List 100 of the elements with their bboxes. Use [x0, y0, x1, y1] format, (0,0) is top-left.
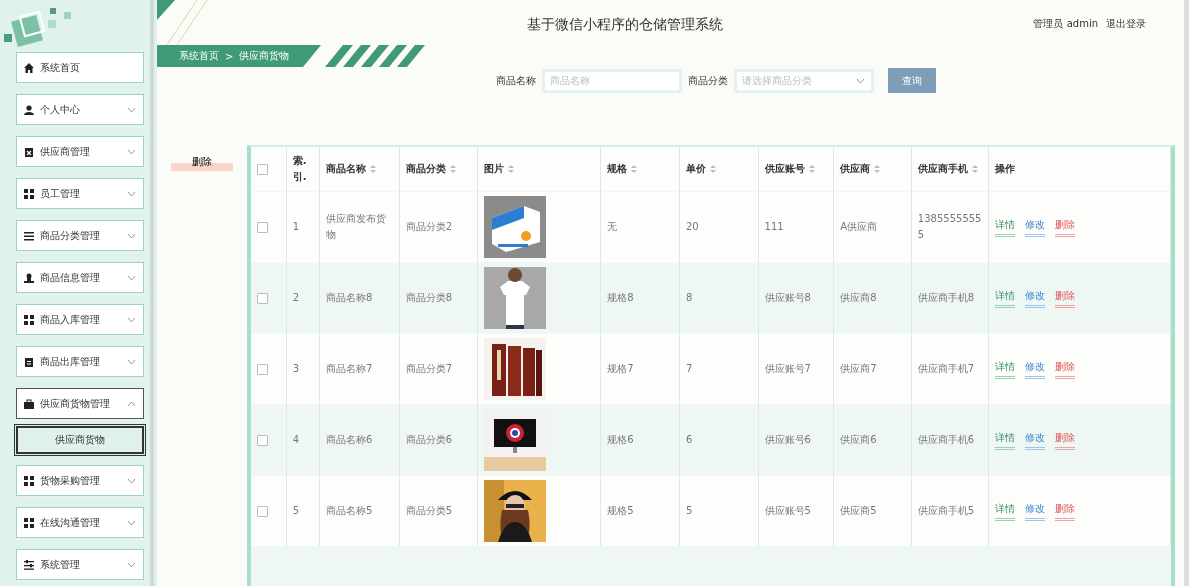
detail-link[interactable]: 详情 [995, 359, 1016, 379]
grid-icon [24, 475, 34, 486]
sort-icon[interactable] [631, 165, 638, 173]
menu-item[interactable]: 商品入库管理 [16, 304, 144, 335]
detail-link[interactable]: 详情 [995, 430, 1016, 450]
logout-link[interactable]: 退出登录 [1106, 17, 1146, 31]
row-checkbox[interactable] [257, 505, 268, 517]
menu-item[interactable]: 系统首页 [16, 52, 144, 83]
delete-link[interactable]: 删除 [1055, 501, 1076, 521]
table-cell: 商品名称6 [326, 434, 373, 445]
column-header: 商品名称 [326, 163, 367, 174]
table-cell: 供应商手机6 [917, 434, 975, 445]
table-cell: 商品分类7 [405, 363, 453, 374]
table-cell: 13855555555 [917, 213, 982, 240]
delete-link[interactable]: 删除 [1055, 430, 1076, 450]
breadcrumb-separator: > [225, 50, 234, 62]
row-checkbox[interactable] [257, 363, 268, 375]
edit-link[interactable]: 修改 [1025, 430, 1046, 450]
delete-link[interactable]: 删除 [1055, 359, 1076, 379]
table-cell: 供应账号5 [764, 505, 811, 516]
search-button[interactable]: 查询 [887, 68, 936, 93]
chevron-icon [127, 148, 136, 155]
sort-icon[interactable] [449, 165, 456, 173]
chevron-icon [127, 519, 136, 526]
caret-icon [855, 77, 865, 84]
edit-link[interactable]: 修改 [1025, 501, 1046, 521]
breadcrumb-current: 供应商货物 [239, 49, 290, 63]
chevron-icon [127, 190, 136, 197]
table-cell: 111 [764, 221, 784, 232]
row-checkbox[interactable] [257, 292, 268, 304]
column-header: 规格 [607, 163, 628, 174]
table-cell: 规格8 [607, 292, 634, 303]
table-cell: 规格5 [607, 505, 634, 516]
column-header: 供应商手机 [917, 163, 968, 174]
edit-link[interactable]: 修改 [1025, 359, 1046, 379]
menu-item[interactable]: 个人中心 [16, 94, 144, 125]
table-cell: 商品分类2 [405, 221, 453, 232]
table-cell: 商品分类8 [405, 292, 453, 303]
menu-item[interactable]: 系统管理 [16, 549, 144, 580]
edit-link[interactable]: 修改 [1025, 288, 1046, 308]
column-header: 图片 [484, 163, 505, 174]
select-all-checkbox[interactable] [257, 163, 268, 175]
menu-item[interactable]: 员工管理 [16, 178, 144, 209]
menu-item[interactable]: 供应商货物管理 [16, 388, 144, 419]
chevron-icon [127, 106, 136, 113]
briefcase-icon [24, 398, 34, 409]
table-cell: 供应账号6 [764, 434, 811, 445]
menu-item[interactable]: 商品信息管理 [16, 262, 144, 293]
table-cell: 商品分类6 [405, 434, 453, 445]
scrollbar[interactable] [1184, 0, 1189, 586]
table-cell: 5 [685, 505, 693, 516]
menu-item[interactable]: 货物采购管理 [16, 465, 144, 496]
field-label: 商品分类 [687, 73, 728, 88]
table-cell: 3 [292, 363, 300, 374]
table-cell: 无 [607, 221, 618, 232]
sort-icon[interactable] [971, 165, 978, 173]
detail-link[interactable]: 详情 [995, 288, 1016, 308]
table-cell: 7 [685, 363, 693, 374]
detail-link[interactable]: 详情 [995, 501, 1016, 521]
table-cell: 供应商手机7 [917, 363, 975, 374]
table-cell: A供应商 [840, 221, 878, 232]
sort-icon[interactable] [709, 165, 716, 173]
sort-icon[interactable] [508, 165, 515, 173]
menu-item[interactable]: 在线沟通管理 [16, 507, 144, 538]
delete-link[interactable]: 删除 [1055, 288, 1076, 308]
sort-icon[interactable] [370, 165, 377, 173]
table-cell: 规格7 [607, 363, 634, 374]
table-cell: 2 [292, 292, 300, 303]
home-icon [24, 62, 34, 73]
field-label: 商品名称 [495, 73, 536, 88]
grid-icon [24, 188, 34, 199]
chevron-icon [127, 316, 136, 323]
chevron-icon [127, 274, 136, 281]
clipboard-icon [24, 146, 34, 157]
breadcrumb-link[interactable]: 系统首页 [179, 49, 219, 63]
table-cell: 商品名称8 [326, 292, 373, 303]
chevron-icon [127, 477, 136, 484]
grid-icon [24, 314, 34, 325]
table-cell: 商品分类5 [405, 505, 453, 516]
menu-item[interactable]: 供应商管理 [16, 136, 144, 167]
table-cell: 供应商6 [840, 434, 877, 445]
detail-link[interactable]: 详情 [995, 217, 1016, 237]
row-checkbox[interactable] [257, 434, 268, 446]
chevron-icon [127, 561, 136, 568]
table-cell: 规格6 [607, 434, 634, 445]
table-cell: 4 [292, 434, 300, 445]
table-cell: 8 [685, 292, 693, 303]
menu-item[interactable]: 商品出库管理 [16, 346, 144, 377]
table-cell: 供应账号7 [764, 363, 811, 374]
delete-link[interactable]: 删除 [1055, 217, 1076, 237]
grid-icon [24, 517, 34, 528]
submenu-item[interactable]: 供应商货物 [16, 426, 144, 454]
sort-icon[interactable] [874, 165, 881, 173]
chevron-icon [127, 232, 136, 239]
sort-icon[interactable] [808, 165, 815, 173]
edit-link[interactable]: 修改 [1025, 217, 1046, 237]
table-cell: 1 [292, 221, 300, 232]
table-cell: 供应商8 [840, 292, 877, 303]
menu-item[interactable]: 商品分类管理 [16, 220, 144, 251]
row-checkbox[interactable] [257, 221, 268, 233]
